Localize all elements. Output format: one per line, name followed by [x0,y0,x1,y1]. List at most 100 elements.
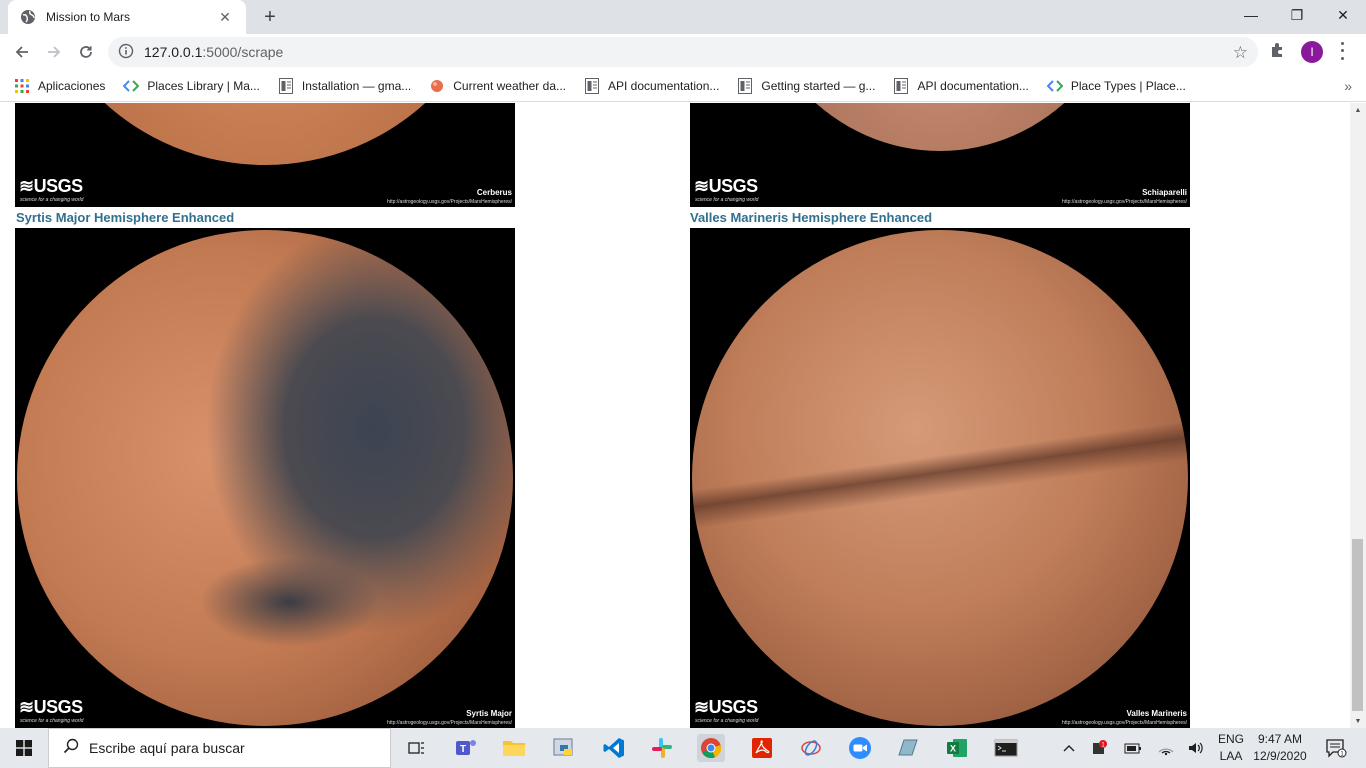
bookmark-item[interactable]: Current weather da... [429,78,566,94]
slack-icon[interactable] [648,734,676,762]
terminal-icon[interactable] [992,734,1020,762]
hemisphere-image-valles-marineris[interactable]: ≋USGS science for a changing world Valle… [690,228,1190,728]
bookmark-label: Current weather da... [453,78,566,93]
svg-text:X: X [950,744,956,754]
doc-page-icon [278,77,294,94]
bookmark-label: API documentation... [917,78,1029,93]
back-arrow-icon [15,46,28,58]
doc-page-icon [584,77,600,94]
wifi-icon[interactable] [1155,728,1177,768]
new-tab-button[interactable]: + [258,5,282,29]
url-text: 127.0.0.1:5000/scrape [144,44,283,60]
mars-planet-image [27,103,503,165]
bookmark-label: Places Library | Ma... [147,78,260,93]
vscode-icon[interactable] [600,734,628,762]
usgs-logo: ≋USGS [19,697,83,717]
back-button[interactable] [8,38,36,66]
usgs-logo: ≋USGS [694,697,758,717]
bookmark-label: Getting started — g... [761,78,876,93]
hemisphere-image-cerberus[interactable]: ≋USGS science for a changing world Cerbe… [15,103,515,207]
python-launcher-icon[interactable] [550,734,578,762]
volume-icon[interactable] [1185,728,1207,768]
page-content: ≋USGS science for a changing world Cerbe… [0,103,1350,728]
teams-icon[interactable]: T [452,734,480,762]
image-caption: Cerberus [476,188,512,197]
acrobat-icon[interactable] [748,734,776,762]
image-source-url: http://astrogeology.usgs.gov/Projects/Ma… [1062,199,1187,205]
mars-planet-image [17,230,513,726]
page-scrollbar[interactable]: ▲ ▼ [1350,103,1366,728]
info-icon[interactable] [118,43,136,61]
tab-strip: Mission to Mars ✕ + — ❐ ✕ [0,0,1366,34]
forward-arrow-icon [48,46,61,58]
mars-planet-image [692,230,1188,726]
svg-text:T: T [460,744,466,755]
image-source-url: http://astrogeology.usgs.gov/Projects/Ma… [387,720,512,726]
show-hidden-icons-chevron-icon[interactable] [1060,728,1078,768]
hemisphere-image-schiaparelli[interactable]: ≋USGS science for a changing world Schia… [690,103,1190,207]
tab-mission-to-mars[interactable]: Mission to Mars ✕ [8,0,246,34]
browser-toolbar: 127.0.0.1:5000/scrape ☆ I [0,34,1366,70]
maps-api-icon [1046,78,1063,94]
chrome-icon[interactable] [697,734,725,762]
tab-close-icon[interactable]: ✕ [216,8,234,26]
address-bar[interactable]: 127.0.0.1:5000/scrape ☆ [108,37,1258,67]
usgs-tagline: science for a changing world [20,718,84,724]
scroll-down-icon[interactable]: ▼ [1350,714,1366,728]
bookmark-item[interactable]: API documentation... [584,77,719,94]
file-explorer-icon[interactable] [500,734,528,762]
usgs-tagline: science for a changing world [695,197,759,203]
usgs-tagline: science for a changing world [20,197,84,203]
notification-app-icon[interactable]: 1 [1088,728,1110,768]
reload-button[interactable] [72,38,100,66]
doc-page-icon [737,77,753,94]
bookmarks-overflow-icon[interactable]: » [1344,78,1352,94]
minimize-button[interactable]: — [1228,0,1274,30]
doc-page-icon [893,77,909,94]
maps-api-icon [123,78,140,94]
bookmark-item[interactable]: API documentation... [893,77,1029,94]
bookmark-item[interactable]: Place Types | Place... [1046,78,1186,94]
usgs-logo: ≋USGS [19,176,83,196]
image-source-url: http://astrogeology.usgs.gov/Projects/Ma… [1062,720,1187,726]
bookmark-label: Installation — gma... [301,78,412,93]
bookmark-item[interactable]: Getting started — g... [737,77,876,94]
image-caption: Schiaparelli [1142,188,1187,197]
battery-icon[interactable] [1122,728,1144,768]
bookmark-item[interactable]: Aplicaciones [14,78,105,94]
forward-button[interactable] [40,38,68,66]
apps-grid-icon [14,78,30,94]
taskbar-clock[interactable]: 9:47 AM 12/9/2020 [1250,731,1310,765]
task-view-icon[interactable] [402,734,430,762]
scroll-up-icon[interactable]: ▲ [1350,103,1366,117]
maximize-button[interactable]: ❐ [1274,0,1320,30]
windows-taskbar: Escribe aquí para buscar T X 1 ENG LAA 9… [0,728,1366,768]
paint-icon[interactable] [797,734,825,762]
hemisphere-image-syrtis-major[interactable]: ≋USGS science for a changing world Syrti… [15,228,515,728]
taskbar-search-input[interactable]: Escribe aquí para buscar [48,728,391,768]
scrollbar-thumb[interactable] [1352,539,1363,711]
input-language-indicator[interactable]: ENG LAA [1212,731,1250,765]
usgs-tagline: science for a changing world [695,718,759,724]
excel-icon[interactable]: X [943,734,971,762]
action-center-icon[interactable]: 1 [1322,728,1350,768]
url-host: 127.0.0.1 [144,44,203,60]
search-placeholder: Escribe aquí para buscar [89,740,245,756]
zoom-icon[interactable] [846,734,874,762]
hemisphere-title-valles-marineris[interactable]: Valles Marineris Hemisphere Enhanced [690,210,932,225]
extensions-puzzle-icon[interactable] [1269,41,1289,61]
hemisphere-title-syrtis-major[interactable]: Syrtis Major Hemisphere Enhanced [16,210,234,225]
glass-app-icon[interactable] [894,734,922,762]
start-button[interactable] [0,728,48,768]
bookmark-star-icon[interactable]: ☆ [1233,43,1248,63]
url-path: :5000/scrape [202,44,284,60]
usgs-logo: ≋USGS [694,176,758,196]
weather-icon [429,78,445,94]
close-window-button[interactable]: ✕ [1320,0,1366,30]
browser-menu-icon[interactable] [1336,40,1348,62]
profile-avatar[interactable]: I [1301,41,1323,63]
bookmark-item[interactable]: Places Library | Ma... [123,78,260,94]
bookmark-label: Place Types | Place... [1070,78,1186,93]
bookmark-item[interactable]: Installation — gma... [278,77,412,94]
bookmarks-bar: Aplicaciones Places Library | Ma... Inst… [0,70,1366,102]
